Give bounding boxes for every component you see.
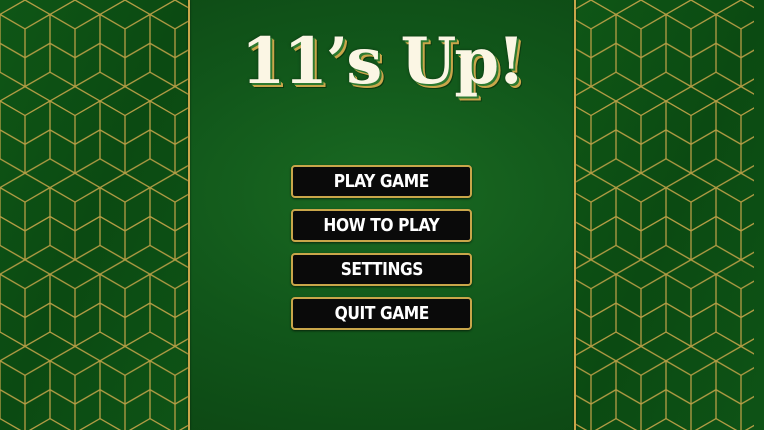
main-menu: PLAY GAME HOW TO PLAY SETTINGS QUIT GAME <box>291 165 472 341</box>
cube-pattern-left <box>0 0 188 430</box>
left-cube-pattern-panel <box>0 0 188 430</box>
play-game-label: PLAY GAME <box>333 171 430 192</box>
cube-pattern-right <box>576 0 764 430</box>
quit-game-button[interactable]: QUIT GAME <box>291 297 472 330</box>
play-game-button[interactable]: PLAY GAME <box>291 165 472 198</box>
main-menu-screen: 11’s Up! PLAY GAME HOW TO PLAY SETTINGS … <box>0 0 764 430</box>
settings-button[interactable]: SETTINGS <box>291 253 472 286</box>
settings-label: SETTINGS <box>340 259 423 280</box>
how-to-play-button[interactable]: HOW TO PLAY <box>291 209 472 242</box>
right-gold-border <box>574 0 576 430</box>
quit-game-label: QUIT GAME <box>334 303 429 324</box>
game-title-logo: 11’s Up! <box>240 24 525 99</box>
right-cube-pattern-panel <box>576 0 764 430</box>
how-to-play-label: HOW TO PLAY <box>323 215 440 236</box>
